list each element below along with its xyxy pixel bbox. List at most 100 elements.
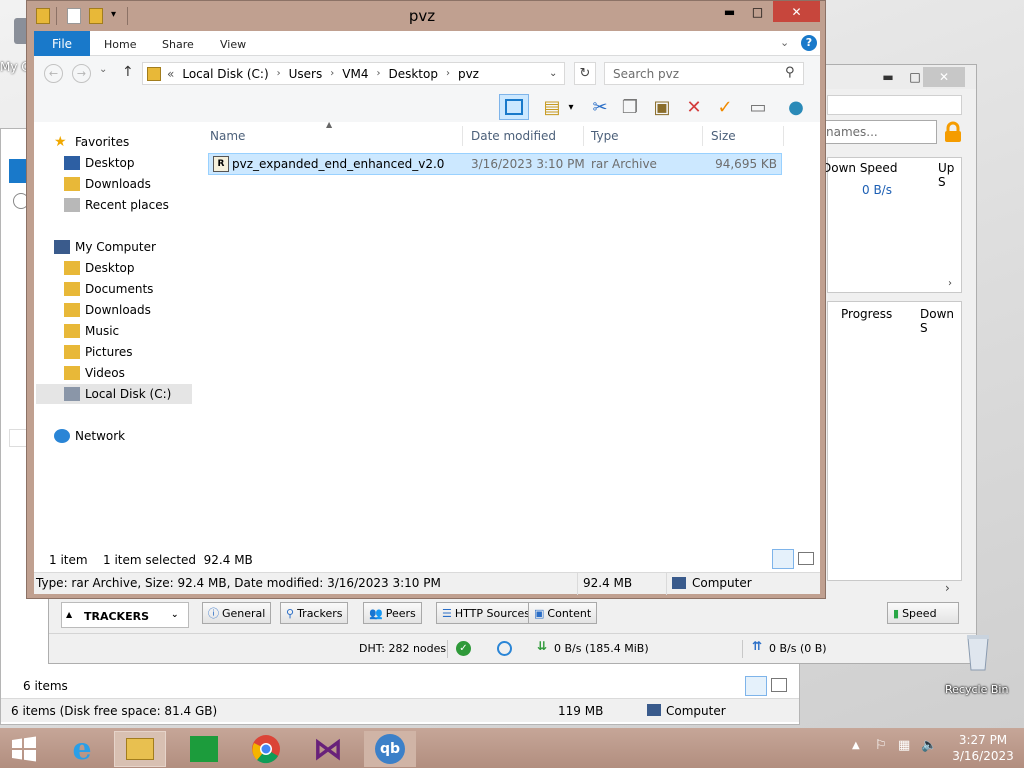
breadcrumb-overflow[interactable]: « xyxy=(167,67,174,81)
preview-pane-button[interactable] xyxy=(499,94,529,120)
breadcrumb-separator-icon[interactable]: › xyxy=(446,68,450,79)
breadcrumb-item[interactable]: Users xyxy=(289,67,323,81)
show-hidden-icons-icon[interactable]: ▲ xyxy=(852,740,860,751)
cut-icon[interactable]: ✂ xyxy=(586,94,614,120)
nav-pictures[interactable]: Pictures xyxy=(64,342,133,362)
up-button[interactable]: ↑ xyxy=(122,64,134,80)
recycle-bin-icon[interactable] xyxy=(965,632,991,672)
lock-icon[interactable] xyxy=(942,121,964,143)
qbt-col-down-speed[interactable]: Down Speed xyxy=(822,161,897,175)
breadcrumb-separator-icon[interactable]: › xyxy=(376,68,380,79)
column-header-type[interactable]: Type xyxy=(591,129,619,143)
quick-access-dropdown-icon[interactable]: ▾ xyxy=(111,9,116,20)
nav-recent-places[interactable]: Recent places xyxy=(64,195,169,215)
column-divider[interactable] xyxy=(462,126,463,146)
nav-my-computer[interactable]: My Computer xyxy=(54,237,156,257)
nav-fav-desktop[interactable]: Desktop xyxy=(64,153,135,173)
nav-documents[interactable]: Documents xyxy=(64,279,153,299)
refresh-icon[interactable]: ↻ xyxy=(574,62,596,85)
start-button[interactable] xyxy=(0,731,48,767)
breadcrumb-item[interactable]: pvz xyxy=(458,67,479,81)
qbt-col-progress[interactable]: Progress xyxy=(841,307,892,321)
expand-ribbon-icon[interactable]: ⌄ xyxy=(780,36,789,49)
action-center-flag-icon[interactable]: ⚐ xyxy=(875,738,887,753)
search-icon[interactable]: ⚲ xyxy=(785,65,795,80)
qbt-close-button[interactable]: ✕ xyxy=(923,67,965,87)
rename-check-icon[interactable]: ✓ xyxy=(711,94,739,120)
breadcrumb-item[interactable]: Desktop xyxy=(388,67,438,81)
details-view-icon[interactable] xyxy=(772,549,794,569)
large-icons-view-icon[interactable] xyxy=(798,552,814,565)
tab-content[interactable]: ▣ Content xyxy=(528,602,598,624)
search-input[interactable]: Search pvz xyxy=(604,62,804,85)
column-divider[interactable] xyxy=(583,126,584,146)
taskbar-store[interactable] xyxy=(178,731,230,767)
tab-peers[interactable]: 👥 Peers xyxy=(363,602,422,624)
nav-downloads[interactable]: Downloads xyxy=(64,300,151,320)
network-tray-icon[interactable]: ▦ xyxy=(898,738,910,753)
address-bar[interactable]: « Local Disk (C:) › Users › VM4 › Deskto… xyxy=(142,62,565,85)
window-titlebar[interactable]: ▾ pvz ▬ □ ✕ xyxy=(27,1,825,31)
properties-icon[interactable]: ▭ xyxy=(744,94,772,120)
tab-view[interactable]: View xyxy=(220,38,246,51)
nav-fav-downloads[interactable]: Downloads xyxy=(64,174,151,194)
breadcrumb-separator-icon[interactable]: › xyxy=(330,68,334,79)
nav-desktop[interactable]: Desktop xyxy=(64,258,135,278)
breadcrumb-item[interactable]: Local Disk (C:) xyxy=(182,67,268,81)
back-button[interactable]: ← xyxy=(44,64,63,83)
paste-icon[interactable]: ▣ xyxy=(648,94,676,120)
taskbar-visual-studio[interactable]: ⋈ xyxy=(302,731,354,767)
nav-favorites[interactable]: ★ Favorites xyxy=(54,132,129,152)
extension-icon[interactable]: ● xyxy=(782,94,810,120)
forward-button[interactable]: → xyxy=(72,64,91,83)
large-icons-view-icon[interactable] xyxy=(771,678,787,692)
speed-limit-icon[interactable] xyxy=(497,641,512,656)
taskbar-chrome[interactable] xyxy=(240,731,292,767)
tab-trackers[interactable]: ⚲ Trackers xyxy=(280,602,349,624)
trackers-filter[interactable]: ▲ TRACKERS ⌄ xyxy=(61,602,189,628)
scroll-right-arrow-icon[interactable]: › xyxy=(948,278,952,289)
qbt-torrent-list[interactable]: Down Speed Up S 0 B/s › xyxy=(822,157,962,293)
copy-icon[interactable]: ❐ xyxy=(616,94,644,120)
help-icon[interactable]: ? xyxy=(801,35,817,51)
minimize-button[interactable]: ▬ xyxy=(716,1,743,22)
close-button[interactable]: ✕ xyxy=(773,1,820,22)
qbt-search-input[interactable]: names... xyxy=(819,120,937,144)
taskbar-qbittorrent[interactable]: qb xyxy=(364,731,416,767)
tab-http-sources[interactable]: ☰ HTTP Sources xyxy=(436,602,537,624)
taskbar-file-explorer[interactable] xyxy=(114,731,166,767)
qbt-col-down-speed-2[interactable]: Down S xyxy=(920,307,961,335)
navigation-pane[interactable]: ★ Favorites Desktop Downloads Recent plac… xyxy=(34,122,192,547)
details-view-icon[interactable] xyxy=(745,676,767,696)
nav-network[interactable]: Network xyxy=(54,426,125,446)
tab-home[interactable]: Home xyxy=(104,38,136,51)
tab-file[interactable]: File xyxy=(34,31,90,56)
address-dropdown-icon[interactable]: ⌄ xyxy=(549,68,557,79)
speed-button[interactable]: ▮ Speed xyxy=(887,602,959,624)
connection-status-icon[interactable]: ✓ xyxy=(456,641,471,656)
tab-general[interactable]: ⓘ General xyxy=(202,602,272,624)
file-list[interactable]: ▲ Name Date modified Type Size R pvz_exp… xyxy=(206,120,820,547)
nav-videos[interactable]: Videos xyxy=(64,363,125,383)
nav-local-disk[interactable]: Local Disk (C:) xyxy=(36,384,192,404)
delete-icon[interactable]: ✕ xyxy=(680,94,708,120)
clock[interactable]: 3:27 PM 3/16/2023 xyxy=(948,732,1018,764)
new-folder-icon[interactable] xyxy=(89,8,103,24)
properties-icon[interactable] xyxy=(67,8,81,24)
folder-options-dropdown-icon[interactable]: ▾ xyxy=(564,94,578,120)
scroll-right-arrow-icon[interactable]: › xyxy=(945,581,950,595)
qbt-detail-list[interactable]: Progress Down S xyxy=(827,301,962,581)
breadcrumb-item[interactable]: VM4 xyxy=(342,67,368,81)
taskbar-internet-explorer[interactable]: e xyxy=(56,731,108,767)
column-header-name[interactable]: Name xyxy=(210,129,245,143)
breadcrumb-separator-icon[interactable]: › xyxy=(277,68,281,79)
column-divider[interactable] xyxy=(783,126,784,146)
column-divider[interactable] xyxy=(702,126,703,146)
volume-icon[interactable]: 🔈 xyxy=(921,738,937,753)
folder-options-button[interactable]: ▤ xyxy=(538,94,566,120)
column-header-size[interactable]: Size xyxy=(711,129,736,143)
tab-share[interactable]: Share xyxy=(162,38,194,51)
column-header-date[interactable]: Date modified xyxy=(471,129,556,143)
maximize-button[interactable]: □ xyxy=(743,1,772,22)
explorer-window[interactable]: ▾ pvz ▬ □ ✕ File Home Share View ⌄ ? ← →… xyxy=(26,0,826,599)
